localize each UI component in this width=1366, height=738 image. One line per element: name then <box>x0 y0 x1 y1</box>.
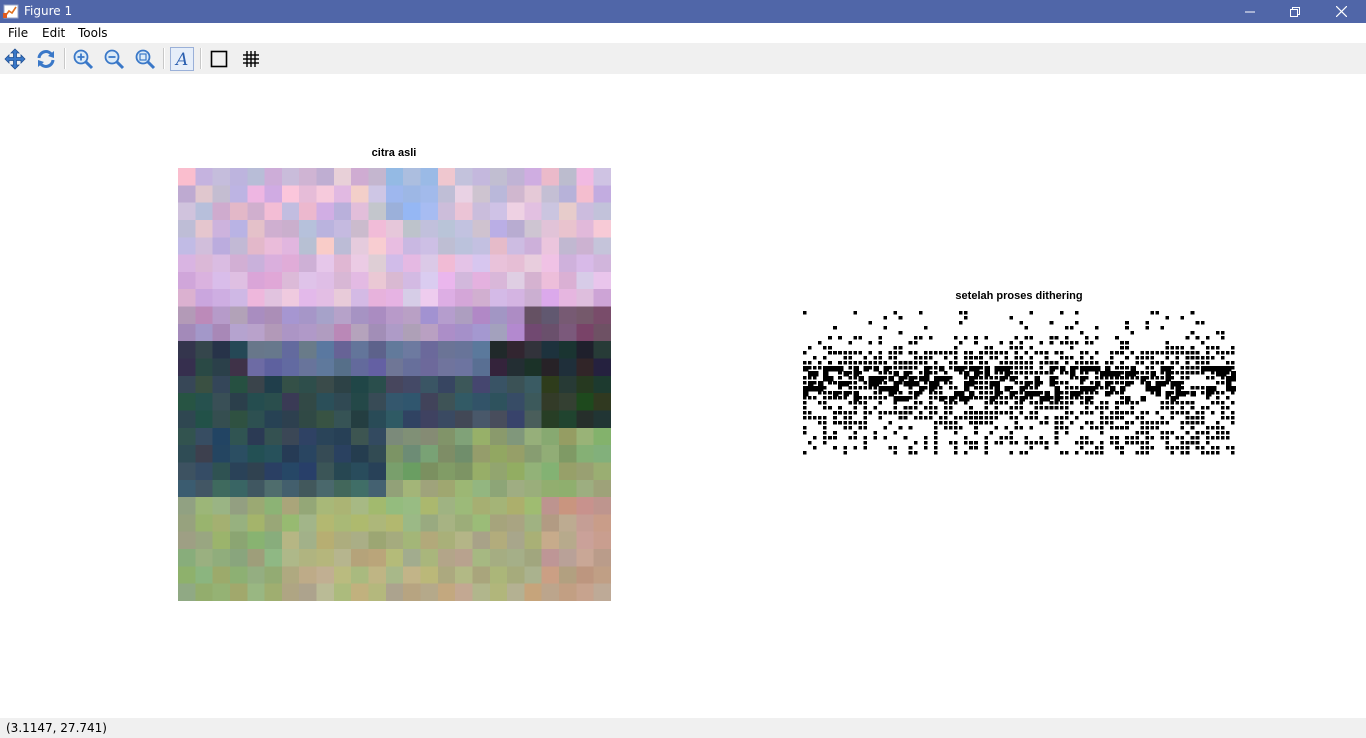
left-axes-title: citra asli <box>371 147 417 159</box>
toolbar-separator <box>163 48 165 69</box>
axes-box-button[interactable] <box>207 47 231 71</box>
grid-icon <box>243 51 259 67</box>
zoom-region-icon <box>135 49 156 70</box>
right-axes-title: setelah proses dithering <box>955 290 1083 302</box>
title-bar: Figure 1 <box>0 0 1366 23</box>
toolbar-separator <box>200 48 202 69</box>
rotate-icon <box>37 50 55 68</box>
zoom-region-button[interactable] <box>133 47 157 71</box>
text-tool-icon: A <box>174 50 188 69</box>
menu-tools[interactable]: Tools <box>78 26 108 41</box>
pan-icon <box>4 48 26 70</box>
zoom-in-icon <box>73 49 94 70</box>
restore-button[interactable] <box>1272 0 1318 23</box>
rotate-button[interactable] <box>34 47 58 71</box>
original-image <box>178 168 611 601</box>
minimize-icon <box>1245 11 1255 12</box>
minimize-button[interactable] <box>1227 0 1273 23</box>
menu-file[interactable]: File <box>8 26 28 41</box>
zoom-out-icon <box>104 49 125 70</box>
zoom-in-button[interactable] <box>71 47 95 71</box>
pan-button[interactable] <box>3 47 27 71</box>
axes-box-icon <box>210 50 228 68</box>
text-tool-button[interactable]: A <box>170 47 194 71</box>
zoom-out-button[interactable] <box>102 47 126 71</box>
toolbar-separator <box>64 48 66 69</box>
status-bar: (3.1147, 27.741) <box>0 718 1366 738</box>
svg-text:A: A <box>174 50 188 69</box>
toolbar: A <box>0 43 1366 74</box>
close-icon <box>1335 6 1347 17</box>
restore-icon <box>1290 6 1300 17</box>
menu-edit[interactable]: Edit <box>42 26 65 41</box>
figure-app-icon <box>3 4 19 19</box>
grid-button[interactable] <box>239 47 263 71</box>
menu-bar: File Edit Tools <box>0 23 1366 43</box>
close-button[interactable] <box>1318 0 1364 23</box>
window-title: Figure 1 <box>24 4 73 18</box>
dithered-image <box>803 311 1236 455</box>
cursor-coordinates: (3.1147, 27.741) <box>6 721 107 735</box>
